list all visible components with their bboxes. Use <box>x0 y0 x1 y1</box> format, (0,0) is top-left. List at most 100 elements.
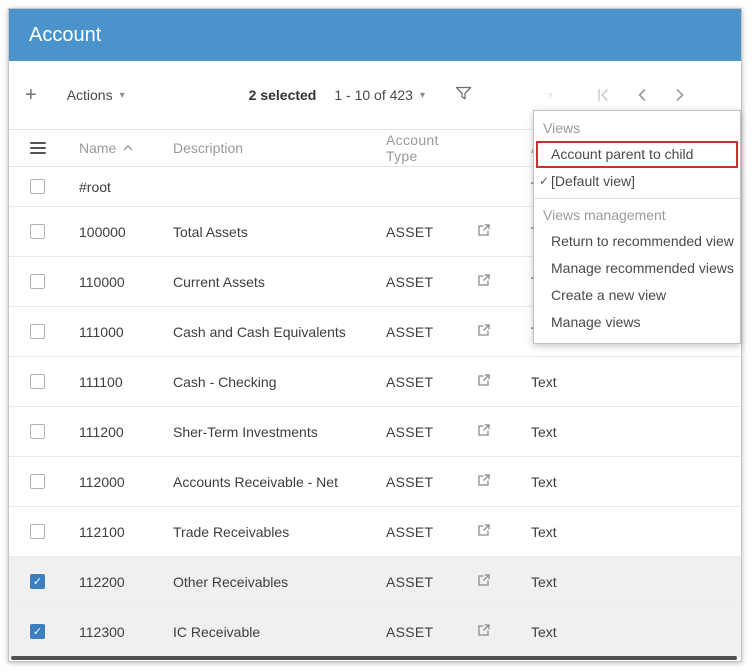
previous-page-button[interactable] <box>635 87 649 103</box>
cell-account-type: ASSET <box>371 624 457 640</box>
check-icon: ✓ <box>33 575 42 588</box>
cell-description: IC Receivable <box>159 624 371 640</box>
row-checkbox[interactable]: ✓ <box>30 574 45 589</box>
cell-text: Text <box>509 374 741 390</box>
page-title: Account <box>29 24 101 47</box>
cell-text: Text <box>509 524 741 540</box>
menu-item-account-parent-to-child[interactable]: Account parent to child <box>536 141 738 168</box>
cell-name: 111100 <box>65 374 159 390</box>
row-checkbox[interactable] <box>30 224 45 239</box>
selected-count: 2 selected <box>249 87 317 103</box>
cell-name: 111000 <box>65 324 159 340</box>
menu-item-manage-recommended-views[interactable]: Manage recommended views <box>534 255 740 282</box>
sort-ascending-icon <box>123 145 133 151</box>
funnel-icon <box>455 86 472 104</box>
menu-section-header-views-management: Views management <box>534 202 740 228</box>
cell-text: Text <box>509 424 741 440</box>
cell-account-type: ASSET <box>371 474 457 490</box>
pagination-range-label: 1 - 10 of 423 <box>334 87 413 103</box>
cell-account-type: ASSET <box>371 524 457 540</box>
external-link-icon[interactable] <box>477 573 491 590</box>
actions-dropdown-button[interactable]: Actions ▾ <box>67 87 125 103</box>
table-row[interactable]: ✓ 112300 IC Receivable ASSET Text <box>9 607 741 657</box>
external-link-icon[interactable] <box>477 423 491 440</box>
menu-item-manage-views[interactable]: Manage views <box>534 309 740 336</box>
app-window: Account + Actions ▾ 2 selected 1 - 10 of… <box>8 8 742 662</box>
cell-description: Cash and Cash Equivalents <box>159 324 371 340</box>
external-link-icon[interactable] <box>477 323 491 340</box>
cell-name: 112000 <box>65 474 159 490</box>
column-header-name[interactable]: Name <box>65 140 159 156</box>
cell-name: 110000 <box>65 274 159 290</box>
pagination-controls <box>595 87 687 103</box>
chevron-down-icon: ▾ <box>120 90 125 101</box>
row-checkbox[interactable] <box>30 324 45 339</box>
chevron-down-icon: ▾ <box>420 90 425 101</box>
cell-description: Sher-Term Investments <box>159 424 371 440</box>
column-header-label: Name <box>79 140 116 156</box>
cell-name: #root <box>65 179 159 195</box>
column-header-description[interactable]: Description <box>159 140 371 156</box>
cell-name: 112100 <box>65 524 159 540</box>
cell-account-type: ASSET <box>371 324 457 340</box>
column-menu-icon[interactable] <box>30 142 46 154</box>
cell-description: Other Receivables <box>159 574 371 590</box>
cell-text: Text <box>509 474 741 490</box>
menu-item-create-a-new-view[interactable]: Create a new view <box>534 282 740 309</box>
chevron-left-icon <box>635 87 649 103</box>
external-link-icon[interactable] <box>477 373 491 390</box>
check-icon: ✓ <box>33 625 42 638</box>
external-link-icon[interactable] <box>477 523 491 540</box>
page-title-bar: Account <box>9 9 741 61</box>
table-row[interactable]: 111100 Cash - Checking ASSET Text <box>9 357 741 407</box>
cell-description: Cash - Checking <box>159 374 371 390</box>
external-link-icon[interactable] <box>477 273 491 290</box>
cell-description: Accounts Receivable - Net <box>159 474 371 490</box>
cell-name: 111200 <box>65 424 159 440</box>
pagination-range-dropdown[interactable]: 1 - 10 of 423 ▾ <box>334 87 425 103</box>
cell-account-type: ASSET <box>371 574 457 590</box>
row-checkbox[interactable] <box>30 424 45 439</box>
cell-account-type: ASSET <box>371 224 457 240</box>
chevron-down-icon: ▾ <box>548 90 553 101</box>
cell-account-type: ASSET <box>371 424 457 440</box>
horizontal-scrollbar-thumb[interactable] <box>11 656 737 660</box>
add-button[interactable]: + <box>25 85 37 105</box>
view-dropdown-button[interactable]: View ▾ <box>498 80 565 110</box>
column-header-account-type[interactable]: Account Type <box>371 132 457 164</box>
menu-item-label: [Default view] <box>551 173 635 189</box>
actions-label: Actions <box>67 87 113 103</box>
external-link-icon[interactable] <box>477 473 491 490</box>
cell-name: 100000 <box>65 224 159 240</box>
row-checkbox[interactable] <box>30 274 45 289</box>
row-checkbox[interactable] <box>30 524 45 539</box>
row-checkbox[interactable]: ✓ <box>30 624 45 639</box>
table-row[interactable]: 112000 Accounts Receivable - Net ASSET T… <box>9 457 741 507</box>
filter-button[interactable] <box>455 86 472 104</box>
view-button-label: View <box>510 87 540 103</box>
table-row[interactable]: 111200 Sher-Term Investments ASSET Text <box>9 407 741 457</box>
menu-item-default-view[interactable]: ✓ [Default view] <box>534 168 740 195</box>
row-checkbox[interactable] <box>30 474 45 489</box>
external-link-icon[interactable] <box>477 223 491 240</box>
next-page-button[interactable] <box>673 87 687 103</box>
first-page-icon <box>595 87 611 103</box>
cell-description: Trade Receivables <box>159 524 371 540</box>
view-menu: Views Account parent to child ✓ [Default… <box>533 110 741 344</box>
cell-description: Total Assets <box>159 224 371 240</box>
cell-account-type: ASSET <box>371 274 457 290</box>
menu-item-return-to-recommended-view[interactable]: Return to recommended view <box>534 228 740 255</box>
menu-section-header-views: Views <box>534 115 740 141</box>
external-link-icon[interactable] <box>477 623 491 640</box>
chevron-right-icon <box>673 87 687 103</box>
cell-description: Current Assets <box>159 274 371 290</box>
menu-divider <box>534 198 740 199</box>
table-row[interactable]: ✓ 112200 Other Receivables ASSET Text <box>9 557 741 607</box>
cell-name: 112200 <box>65 574 159 590</box>
check-icon: ✓ <box>539 168 549 195</box>
row-checkbox[interactable] <box>30 374 45 389</box>
table-row[interactable]: 112100 Trade Receivables ASSET Text <box>9 507 741 557</box>
first-page-button[interactable] <box>595 87 611 103</box>
row-checkbox[interactable] <box>30 179 45 194</box>
cell-name: 112300 <box>65 624 159 640</box>
